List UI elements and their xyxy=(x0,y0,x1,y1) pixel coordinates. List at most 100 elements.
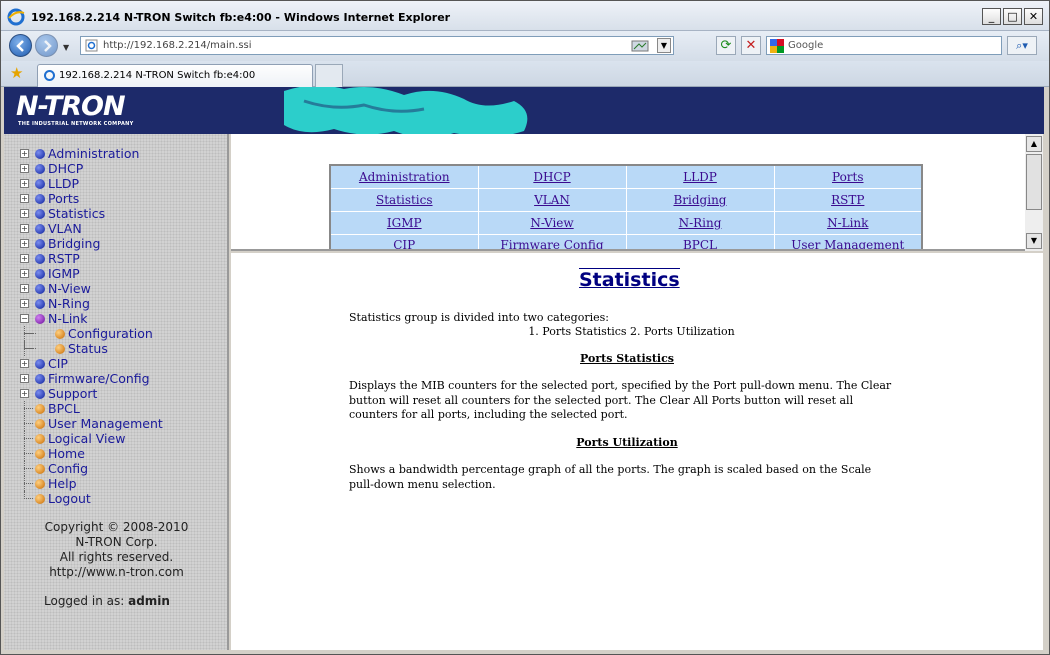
scroll-thumb[interactable] xyxy=(1026,154,1042,210)
sidebar-item-igmp[interactable]: + IGMP xyxy=(20,266,163,281)
sidebar-item-logical-view[interactable]: Logical View xyxy=(20,431,163,446)
nav-link-user-management[interactable]: User Management xyxy=(773,233,923,249)
expand-icon[interactable]: + xyxy=(20,284,29,293)
sidebar-item-home[interactable]: Home xyxy=(20,446,163,461)
nav-link-vlan[interactable]: VLAN xyxy=(477,187,627,212)
sidebar-item-label[interactable]: N-View xyxy=(48,281,91,296)
recent-pages-dropdown-icon[interactable]: ▼ xyxy=(63,43,69,52)
new-tab-button[interactable] xyxy=(315,64,343,87)
expand-icon[interactable]: + xyxy=(20,269,29,278)
stop-button[interactable]: ✕ xyxy=(741,36,761,55)
close-button[interactable]: ✕ xyxy=(1024,8,1043,25)
sidebar-item-logout[interactable]: Logout xyxy=(20,491,163,506)
sidebar-item-configuration[interactable]: Configuration xyxy=(20,326,163,341)
forward-button[interactable] xyxy=(35,34,58,57)
sidebar-item-label[interactable]: IGMP xyxy=(48,266,80,281)
sidebar-item-rstp[interactable]: + RSTP xyxy=(20,251,163,266)
sidebar-item-help[interactable]: Help xyxy=(20,476,163,491)
sidebar-item-user-management[interactable]: User Management xyxy=(20,416,163,431)
sidebar-item-label[interactable]: CIP xyxy=(48,356,68,371)
nav-link-cip[interactable]: CIP xyxy=(329,233,479,249)
nav-link-ports[interactable]: Ports xyxy=(773,164,923,189)
expand-icon[interactable]: + xyxy=(20,359,29,368)
nav-link-administration[interactable]: Administration xyxy=(329,164,479,189)
sidebar-item-label[interactable]: Help xyxy=(48,476,77,491)
expand-icon[interactable]: + xyxy=(20,374,29,383)
sidebar-item-label[interactable]: Support xyxy=(48,386,97,401)
expand-icon[interactable]: + xyxy=(20,164,29,173)
nav-link-lldp[interactable]: LLDP xyxy=(625,164,775,189)
sidebar-item-n-view[interactable]: + N-View xyxy=(20,281,163,296)
sidebar-item-config[interactable]: Config xyxy=(20,461,163,476)
sidebar-item-firmware-config[interactable]: + Firmware/Config xyxy=(20,371,163,386)
nav-link-n-link[interactable]: N-Link xyxy=(773,210,923,235)
sidebar-item-label[interactable]: VLAN xyxy=(48,221,82,236)
sidebar-item-vlan[interactable]: + VLAN xyxy=(20,221,163,236)
sidebar-item-label[interactable]: Logical View xyxy=(48,431,125,446)
maximize-button[interactable]: □ xyxy=(1003,8,1022,25)
nav-link-bpcl[interactable]: BPCL xyxy=(625,233,775,249)
nav-link-n-view[interactable]: N-View xyxy=(477,210,627,235)
sidebar-item-label[interactable]: Bridging xyxy=(48,236,100,251)
expand-icon[interactable]: + xyxy=(20,299,29,308)
favorites-star-icon[interactable]: ★ xyxy=(10,66,23,81)
sidebar-item-label[interactable]: BPCL xyxy=(48,401,80,416)
compatibility-view-icon[interactable] xyxy=(631,38,649,53)
copyright-link[interactable]: http://www.n-tron.com xyxy=(4,565,229,580)
sidebar-item-label[interactable]: RSTP xyxy=(48,251,80,266)
expand-icon[interactable]: + xyxy=(20,239,29,248)
sidebar-item-label[interactable]: User Management xyxy=(48,416,163,431)
sidebar-item-status[interactable]: Status xyxy=(20,341,163,356)
expand-icon[interactable]: + xyxy=(20,224,29,233)
sidebar-item-label[interactable]: LLDP xyxy=(48,176,79,191)
sidebar-item-label[interactable]: Ports xyxy=(48,191,79,206)
sidebar-item-label[interactable]: Logout xyxy=(48,491,91,506)
sidebar-item-ports[interactable]: + Ports xyxy=(20,191,163,206)
sidebar-item-label[interactable]: Statistics xyxy=(48,206,105,221)
nav-link-igmp[interactable]: IGMP xyxy=(329,210,479,235)
expand-icon[interactable]: + xyxy=(20,209,29,218)
collapse-icon[interactable]: − xyxy=(20,314,29,323)
expand-icon[interactable]: + xyxy=(20,254,29,263)
tab-active[interactable]: 192.168.2.214 N-TRON Switch fb:e4:00 xyxy=(37,64,313,87)
sidebar-item-label[interactable]: Configuration xyxy=(68,326,153,341)
address-bar[interactable]: http://192.168.2.214/main.ssi ▼ xyxy=(80,36,674,55)
expand-icon[interactable]: + xyxy=(20,149,29,158)
sidebar-item-label[interactable]: N-Link xyxy=(48,311,87,326)
nav-link-rstp[interactable]: RSTP xyxy=(773,187,923,212)
address-dropdown-button[interactable]: ▼ xyxy=(657,38,671,53)
sidebar-item-label[interactable]: Administration xyxy=(48,146,139,161)
sidebar-item-n-link[interactable]: − N-Link xyxy=(20,311,163,326)
search-button[interactable]: ⌕▾ xyxy=(1007,36,1037,55)
back-button[interactable] xyxy=(9,34,32,57)
sidebar-item-label[interactable]: Config xyxy=(48,461,88,476)
top-frame-scrollbar[interactable]: ▲ ▼ xyxy=(1025,134,1043,251)
sidebar-item-bpcl[interactable]: BPCL xyxy=(20,401,163,416)
sidebar-item-statistics[interactable]: + Statistics xyxy=(20,206,163,221)
sidebar-item-label[interactable]: Firmware/Config xyxy=(48,371,150,386)
nav-link-statistics[interactable]: Statistics xyxy=(329,187,479,212)
nav-link-n-ring[interactable]: N-Ring xyxy=(625,210,775,235)
minimize-button[interactable]: _ xyxy=(982,8,1001,25)
sidebar-item-label[interactable]: Home xyxy=(48,446,85,461)
sidebar-item-label[interactable]: DHCP xyxy=(48,161,83,176)
refresh-button[interactable]: ⟳ xyxy=(716,36,736,55)
expand-icon[interactable]: + xyxy=(20,179,29,188)
sidebar-item-dhcp[interactable]: + DHCP xyxy=(20,161,163,176)
sidebar-item-label[interactable]: N-Ring xyxy=(48,296,90,311)
sidebar-item-n-ring[interactable]: + N-Ring xyxy=(20,296,163,311)
nav-link-dhcp[interactable]: DHCP xyxy=(477,164,627,189)
sidebar-item-lldp[interactable]: + LLDP xyxy=(20,176,163,191)
nav-link-bridging[interactable]: Bridging xyxy=(625,187,775,212)
sidebar-item-administration[interactable]: + Administration xyxy=(20,146,163,161)
sidebar-item-support[interactable]: + Support xyxy=(20,386,163,401)
sidebar-item-bridging[interactable]: + Bridging xyxy=(20,236,163,251)
sidebar-item-cip[interactable]: + CIP xyxy=(20,356,163,371)
sidebar-item-label[interactable]: Status xyxy=(68,341,108,356)
expand-icon[interactable]: + xyxy=(20,194,29,203)
search-box[interactable]: Google xyxy=(766,36,1002,55)
expand-icon[interactable]: + xyxy=(20,389,29,398)
nav-link-firmware-config[interactable]: Firmware Config xyxy=(477,233,627,249)
scroll-up-button[interactable]: ▲ xyxy=(1026,136,1042,152)
scroll-down-button[interactable]: ▼ xyxy=(1026,233,1042,249)
